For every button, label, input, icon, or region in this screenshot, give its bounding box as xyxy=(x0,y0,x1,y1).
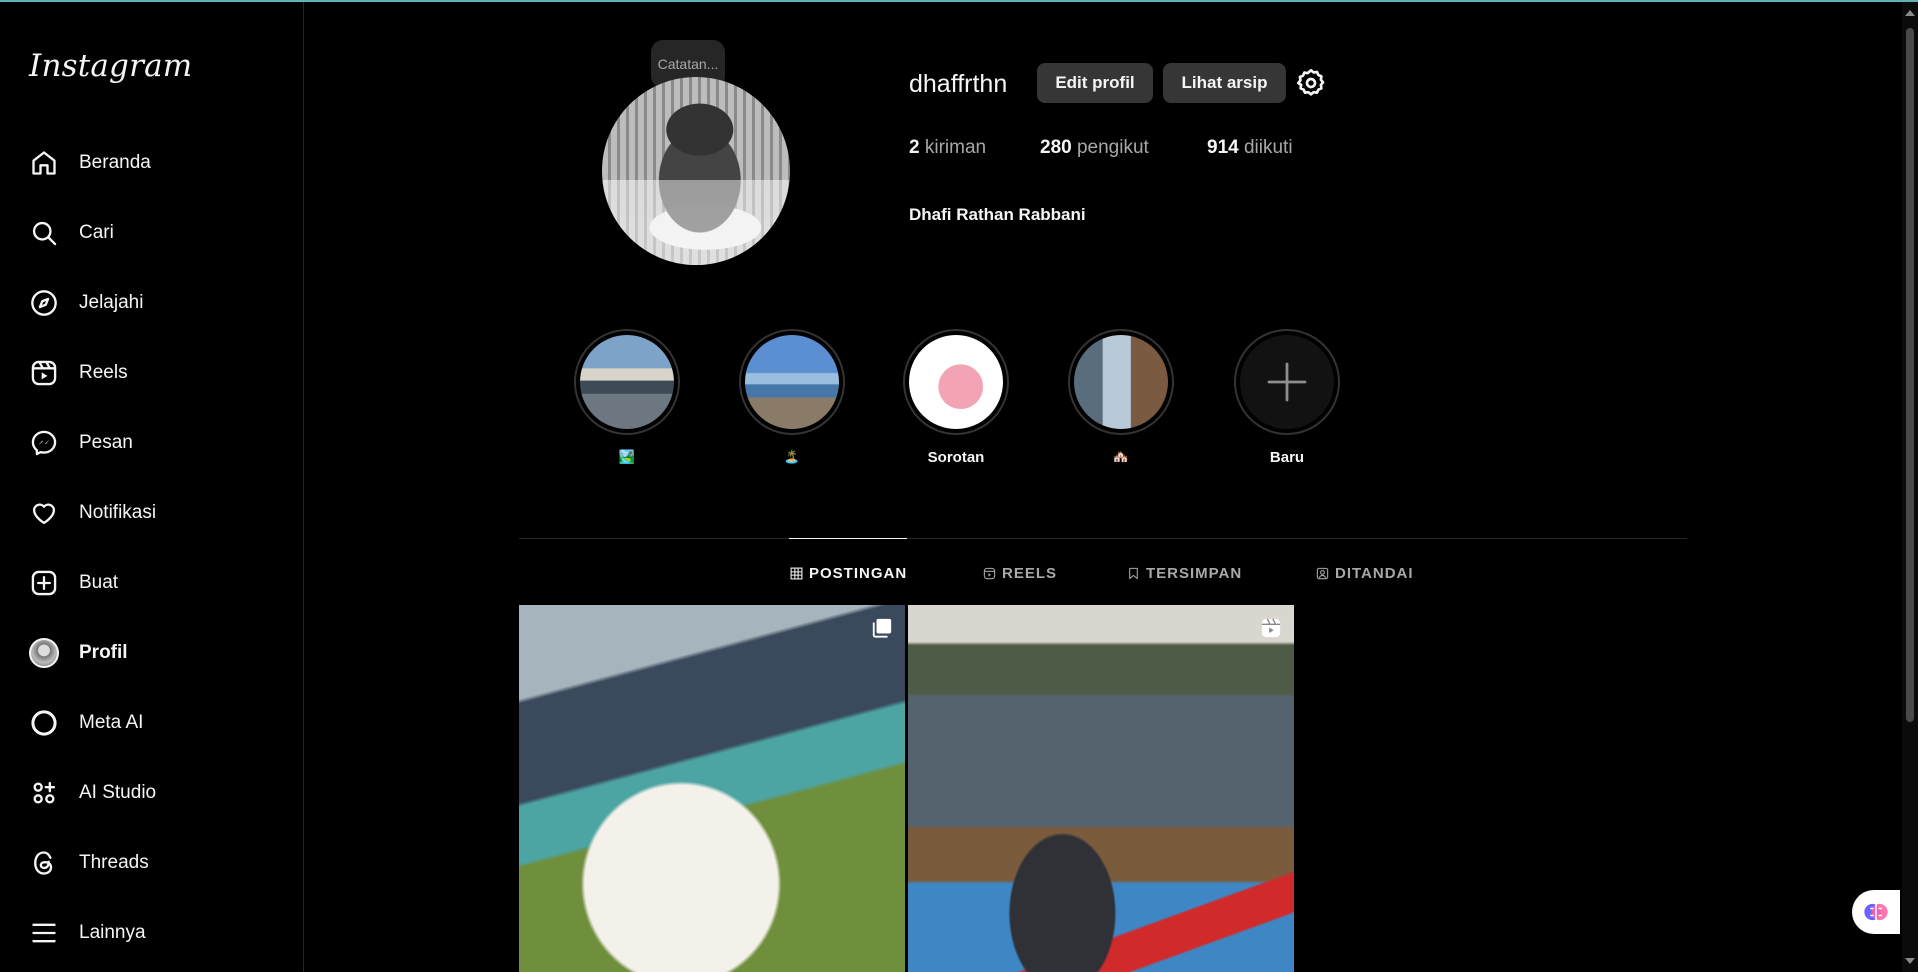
sidebar-item-label: Pesan xyxy=(79,432,133,453)
sidebar-item-lainnya[interactable]: Lainnya xyxy=(12,905,290,961)
bookmark-icon xyxy=(1129,567,1138,579)
sidebar-item-label: Notifikasi xyxy=(79,502,157,523)
tab-postingan[interactable]: POSTINGAN xyxy=(790,562,907,584)
sidebar-item-label: Threads xyxy=(79,852,149,873)
scroll-down-arrow-icon[interactable] xyxy=(1905,958,1915,964)
tabs-divider xyxy=(519,538,1687,539)
highlight-item[interactable]: 🏘️ xyxy=(1066,329,1176,467)
sidebar-item-cari[interactable]: Cari xyxy=(12,205,290,261)
highlight-cover xyxy=(745,335,839,429)
reels-icon xyxy=(29,358,59,388)
highlight-item[interactable]: 🏞️ xyxy=(572,329,682,467)
sidebar-item-beranda[interactable]: Beranda xyxy=(12,135,290,191)
stat-followers[interactable]: 280 pengikut xyxy=(1040,137,1149,159)
ai-studio-icon xyxy=(29,778,59,808)
tab-ditandai[interactable]: DITANDAI xyxy=(1316,562,1414,584)
sidebar-item-ai-studio[interactable]: AI Studio xyxy=(12,765,290,821)
brain-icon xyxy=(1864,903,1888,921)
stat-following[interactable]: 914 diikuti xyxy=(1207,137,1293,159)
tagged-icon xyxy=(1316,567,1329,579)
search-icon xyxy=(29,218,59,248)
highlight-item[interactable]: 🏝️ xyxy=(737,329,847,467)
full-name: Dhafi Rathan Rabbani xyxy=(909,205,1086,224)
post-thumbnail[interactable] xyxy=(908,605,1294,972)
posts-label: kiriman xyxy=(924,137,987,158)
highlight-item[interactable]: Sorotan xyxy=(901,329,1011,467)
sidebar-item-label: AI Studio xyxy=(79,782,157,803)
compass-icon xyxy=(29,288,59,318)
highlight-caption: 🏞️ xyxy=(618,449,636,464)
messenger-icon xyxy=(29,428,59,458)
username: dhaffrthn xyxy=(909,70,1008,98)
sidebar-item-notifikasi[interactable]: Notifikasi xyxy=(12,485,290,541)
sidebar: Instagram Beranda Cari Jelajahi Reels Pe… xyxy=(0,2,304,972)
sidebar-item-profil[interactable]: Profil xyxy=(12,625,290,681)
view-archive-button[interactable]: Lihat arsip xyxy=(1163,63,1286,103)
edit-profile-button[interactable]: Edit profil xyxy=(1037,63,1153,103)
scrollbar-thumb[interactable] xyxy=(1906,28,1914,722)
highlight-caption: Baru xyxy=(1269,449,1305,466)
profile-photo[interactable] xyxy=(602,77,790,265)
sidebar-item-jelajahi[interactable]: Jelajahi xyxy=(12,275,290,331)
sidebar-item-reels[interactable]: Reels xyxy=(12,345,290,401)
following-count: 914 xyxy=(1207,137,1239,158)
posts-count: 2 xyxy=(909,137,920,158)
sidebar-item-meta-ai[interactable]: Meta AI xyxy=(12,695,290,751)
post-thumbnail[interactable] xyxy=(519,605,905,972)
sidebar-item-label: Reels xyxy=(79,362,128,383)
highlight-cover xyxy=(1074,335,1168,429)
followers-count: 280 xyxy=(1040,137,1072,158)
sidebar-item-label: Buat xyxy=(79,572,119,593)
menu-icon xyxy=(29,918,59,948)
sidebar-item-threads[interactable]: Threads xyxy=(12,835,290,891)
tab-label: DITANDAI xyxy=(1335,564,1414,582)
highlight-cover xyxy=(909,335,1003,429)
sidebar-item-pesan[interactable]: Pesan xyxy=(12,415,290,471)
new-highlight-button[interactable]: Baru xyxy=(1232,329,1342,467)
avatar xyxy=(29,638,59,668)
threads-icon xyxy=(29,848,59,878)
followers-label: pengikut xyxy=(1076,137,1149,158)
highlight-caption: 🏘️ xyxy=(1112,449,1130,464)
sidebar-item-label: Beranda xyxy=(79,152,151,173)
sidebar-item-label: Profil xyxy=(79,642,128,663)
extension-brain-button[interactable] xyxy=(1852,890,1900,934)
instagram-logo[interactable]: Instagram xyxy=(29,48,192,84)
tab-label: REELS xyxy=(1002,564,1058,582)
highlight-caption: Sorotan xyxy=(927,449,985,466)
stat-posts: 2 kiriman xyxy=(909,137,986,159)
gear-icon[interactable] xyxy=(1295,67,1327,99)
tab-label: TERSIMPAN xyxy=(1146,564,1243,582)
following-label: diikuti xyxy=(1243,137,1293,158)
carousel-icon xyxy=(871,617,893,639)
page-scrollbar[interactable] xyxy=(1902,2,1918,972)
meta-ai-icon xyxy=(29,708,59,738)
heart-icon xyxy=(29,498,59,528)
active-tab-indicator xyxy=(789,538,907,539)
sidebar-item-label: Cari xyxy=(79,222,114,243)
tab-reels[interactable]: REELS xyxy=(983,562,1057,584)
plus-icon xyxy=(1240,335,1334,429)
tab-tersimpan[interactable]: TERSIMPAN xyxy=(1127,562,1242,584)
sidebar-item-buat[interactable]: Buat xyxy=(12,555,290,611)
home-icon xyxy=(29,148,59,178)
tab-label: POSTINGAN xyxy=(809,564,908,582)
sidebar-item-label: Meta AI xyxy=(79,712,144,733)
grid-icon xyxy=(790,567,803,579)
sidebar-item-label: Jelajahi xyxy=(79,292,144,313)
sidebar-item-label: Lainnya xyxy=(79,922,146,943)
highlight-cover xyxy=(580,335,674,429)
plus-square-icon xyxy=(29,568,59,598)
reels-icon xyxy=(1260,617,1282,639)
scroll-up-arrow-icon[interactable] xyxy=(1905,10,1915,16)
highlight-caption: 🏝️ xyxy=(783,449,801,464)
reels-icon xyxy=(983,567,996,579)
